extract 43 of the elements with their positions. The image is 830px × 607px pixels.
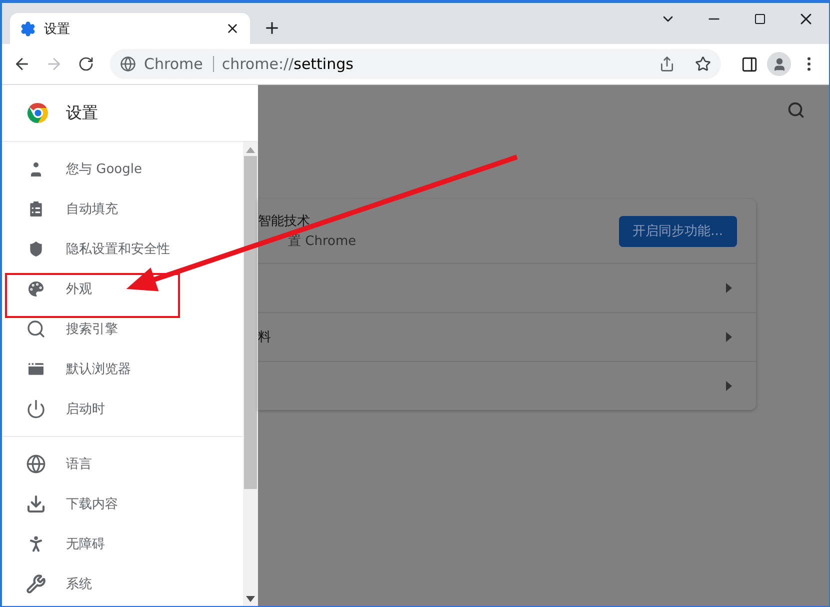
- wrench-icon: [26, 574, 46, 594]
- bookmark-star-icon[interactable]: [695, 56, 711, 72]
- sidebar-item[interactable]: 您与 Google: [2, 149, 243, 189]
- download-icon: [26, 494, 46, 514]
- palette-icon: [26, 279, 46, 299]
- sidebar-item[interactable]: 隐私设置和安全性: [2, 229, 243, 269]
- sidebar-item[interactable]: 语言: [2, 444, 243, 484]
- scrollbar[interactable]: [243, 142, 258, 606]
- back-icon[interactable]: [13, 55, 31, 73]
- expand-arrow-icon[interactable]: [726, 283, 732, 293]
- power-icon: [26, 399, 46, 419]
- search-icon[interactable]: [787, 101, 805, 119]
- scroll-down-icon[interactable]: [246, 596, 255, 602]
- sidebar-item[interactable]: 无障碍: [2, 524, 243, 564]
- expand-arrow-icon[interactable]: [726, 332, 732, 342]
- close-icon[interactable]: [225, 21, 240, 36]
- address-bar[interactable]: Chrome chrome://settings: [110, 49, 721, 79]
- globe-icon: [26, 454, 46, 474]
- sidebar-item[interactable]: 搜索引擎: [2, 309, 243, 349]
- profile-avatar[interactable]: [767, 52, 791, 76]
- chrome-logo-icon: [26, 101, 50, 125]
- sidebar-item[interactable]: 默认浏览器: [2, 349, 243, 389]
- share-icon[interactable]: [659, 56, 675, 72]
- sidebar-item[interactable]: 下载内容: [2, 484, 243, 524]
- sidebar-item[interactable]: 自动填充: [2, 189, 243, 229]
- sidebar-item[interactable]: 启动时: [2, 389, 243, 429]
- side-panel-icon[interactable]: [740, 56, 758, 72]
- sidebar-item[interactable]: 外观: [2, 269, 243, 309]
- turn-on-sync-button[interactable]: 开启同步功能...: [618, 216, 737, 246]
- search-icon: [26, 319, 46, 339]
- url-text: chrome://settings: [222, 55, 354, 73]
- sidebar-item[interactable]: 系统: [2, 564, 243, 604]
- new-tab-icon[interactable]: [263, 19, 281, 37]
- reload-icon[interactable]: [78, 56, 94, 72]
- site-icon: [120, 56, 136, 72]
- sync-title: 智能技术: [258, 213, 311, 230]
- expand-arrow-icon[interactable]: [726, 381, 732, 391]
- browser-tab[interactable]: 设置: [10, 13, 250, 44]
- settings-icon: [20, 20, 36, 36]
- site-label: Chrome: [144, 56, 214, 72]
- maximize-icon[interactable]: [754, 13, 766, 25]
- row-label: 料: [258, 329, 271, 346]
- drawer-title: 设置: [66, 102, 98, 124]
